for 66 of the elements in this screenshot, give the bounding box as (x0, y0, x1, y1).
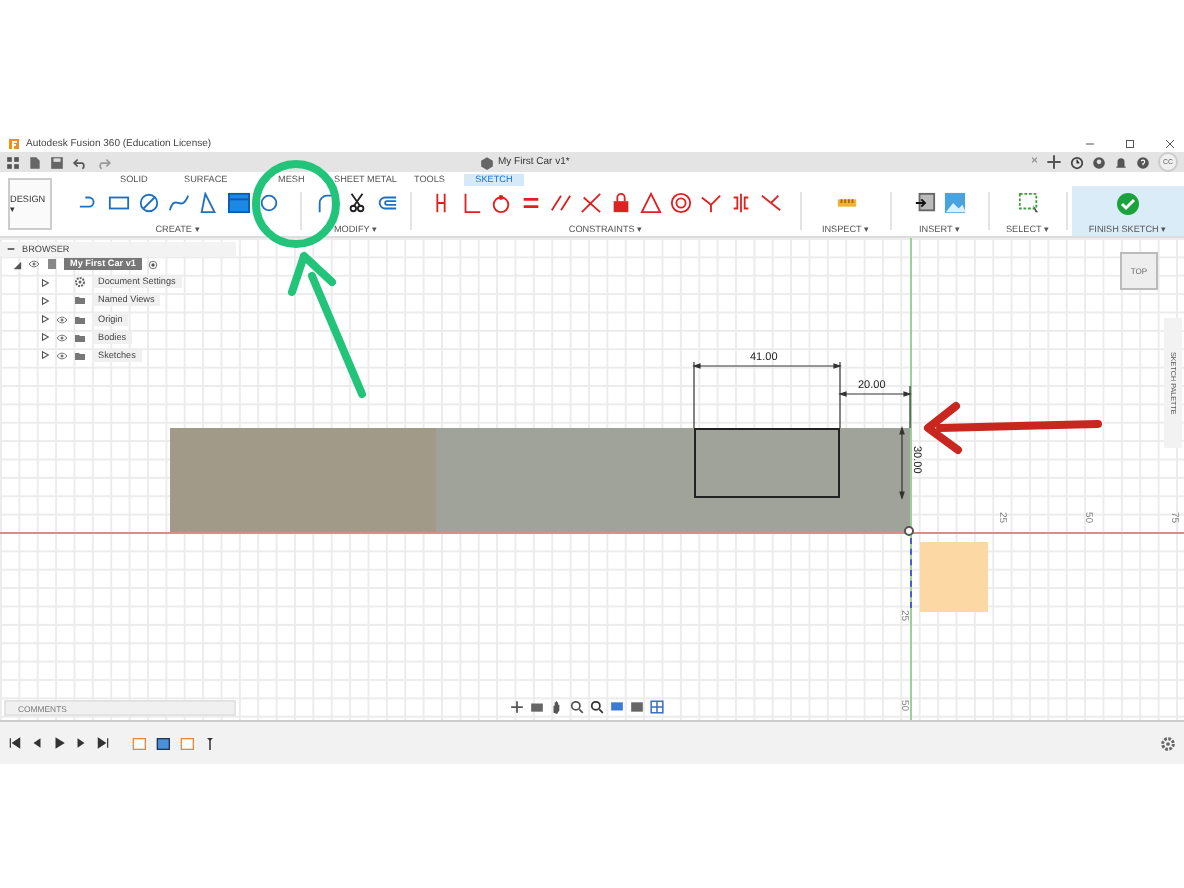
bell-icon[interactable] (1114, 155, 1128, 169)
pan-hand-icon[interactable] (550, 700, 564, 714)
cross-lines-icon[interactable] (580, 192, 602, 214)
step-back-icon[interactable] (30, 736, 44, 750)
collapsed-arrow-icon[interactable] (40, 332, 50, 343)
checkmark-icon[interactable] (1116, 192, 1140, 216)
collapsed-arrow-icon[interactable] (40, 295, 50, 306)
expanded-arrow-icon[interactable] (12, 259, 22, 269)
maximize-icon[interactable] (1124, 138, 1136, 150)
display-icon[interactable] (610, 700, 624, 714)
orbit-icon[interactable] (510, 700, 524, 714)
equal-icon[interactable] (520, 192, 542, 214)
circle-icon[interactable] (137, 192, 159, 214)
look-at-icon[interactable] (530, 700, 544, 714)
rectangle-icon[interactable] (107, 192, 129, 214)
perpendicular-line-icon[interactable] (460, 192, 482, 214)
clock-icon[interactable] (1070, 155, 1084, 169)
step-forward-icon[interactable] (74, 736, 88, 750)
undo-icon[interactable] (72, 155, 88, 169)
image-icon[interactable] (944, 192, 966, 214)
collapsed-arrow-icon[interactable] (40, 314, 50, 325)
concentric-circles-icon[interactable] (670, 192, 692, 214)
spline-icon[interactable] (167, 192, 189, 214)
eye-icon[interactable] (56, 331, 68, 344)
document-icon (46, 258, 58, 270)
origin-point (904, 526, 914, 536)
symmetry-icon[interactable] (730, 192, 752, 214)
triangle-icon[interactable] (640, 192, 662, 214)
insert-icon[interactable] (914, 192, 936, 214)
search-icon[interactable] (590, 700, 604, 714)
parallel-icon[interactable] (550, 192, 572, 214)
user-icon[interactable] (1092, 155, 1106, 169)
save-icon[interactable] (50, 155, 64, 169)
visual-style-icon[interactable] (630, 700, 644, 714)
eye-icon[interactable] (56, 313, 68, 326)
radio-icon[interactable] (147, 259, 158, 269)
zoom-icon[interactable] (570, 700, 584, 714)
collapse-icon[interactable] (6, 244, 16, 254)
triangle-icon[interactable] (197, 192, 219, 214)
sketch-plane (920, 542, 988, 612)
fillet-icon[interactable] (315, 192, 337, 214)
eye-icon[interactable] (28, 258, 40, 270)
filled-rectangle-icon[interactable] (227, 192, 249, 214)
offset-icon[interactable] (375, 192, 397, 214)
last-frame-icon[interactable] (96, 736, 110, 750)
dimension-icon[interactable] (430, 192, 452, 214)
collapsed-arrow-icon[interactable] (40, 277, 50, 288)
grid-icon[interactable] (650, 700, 664, 714)
line-arc-icon[interactable] (77, 192, 99, 214)
midpoint-icon[interactable] (700, 192, 722, 214)
lock-icon[interactable] (610, 192, 632, 214)
scissors-icon[interactable] (345, 192, 367, 214)
selection-box-icon[interactable] (1017, 192, 1039, 214)
gear-icon (74, 276, 86, 289)
collapsed-arrow-icon[interactable] (40, 350, 50, 361)
app-grid-icon[interactable] (6, 155, 20, 169)
close-icon[interactable] (1164, 138, 1176, 150)
new-tab-icon[interactable] (1046, 154, 1062, 170)
tangent-icon[interactable] (760, 192, 782, 214)
settings-icon[interactable] (1160, 735, 1176, 751)
circle-point-icon[interactable] (490, 192, 512, 214)
circle-icon[interactable] (257, 192, 279, 214)
eye-icon[interactable] (56, 349, 68, 362)
play-icon[interactable] (52, 736, 66, 750)
help-icon[interactable] (1136, 155, 1150, 169)
first-frame-icon[interactable] (8, 736, 22, 750)
